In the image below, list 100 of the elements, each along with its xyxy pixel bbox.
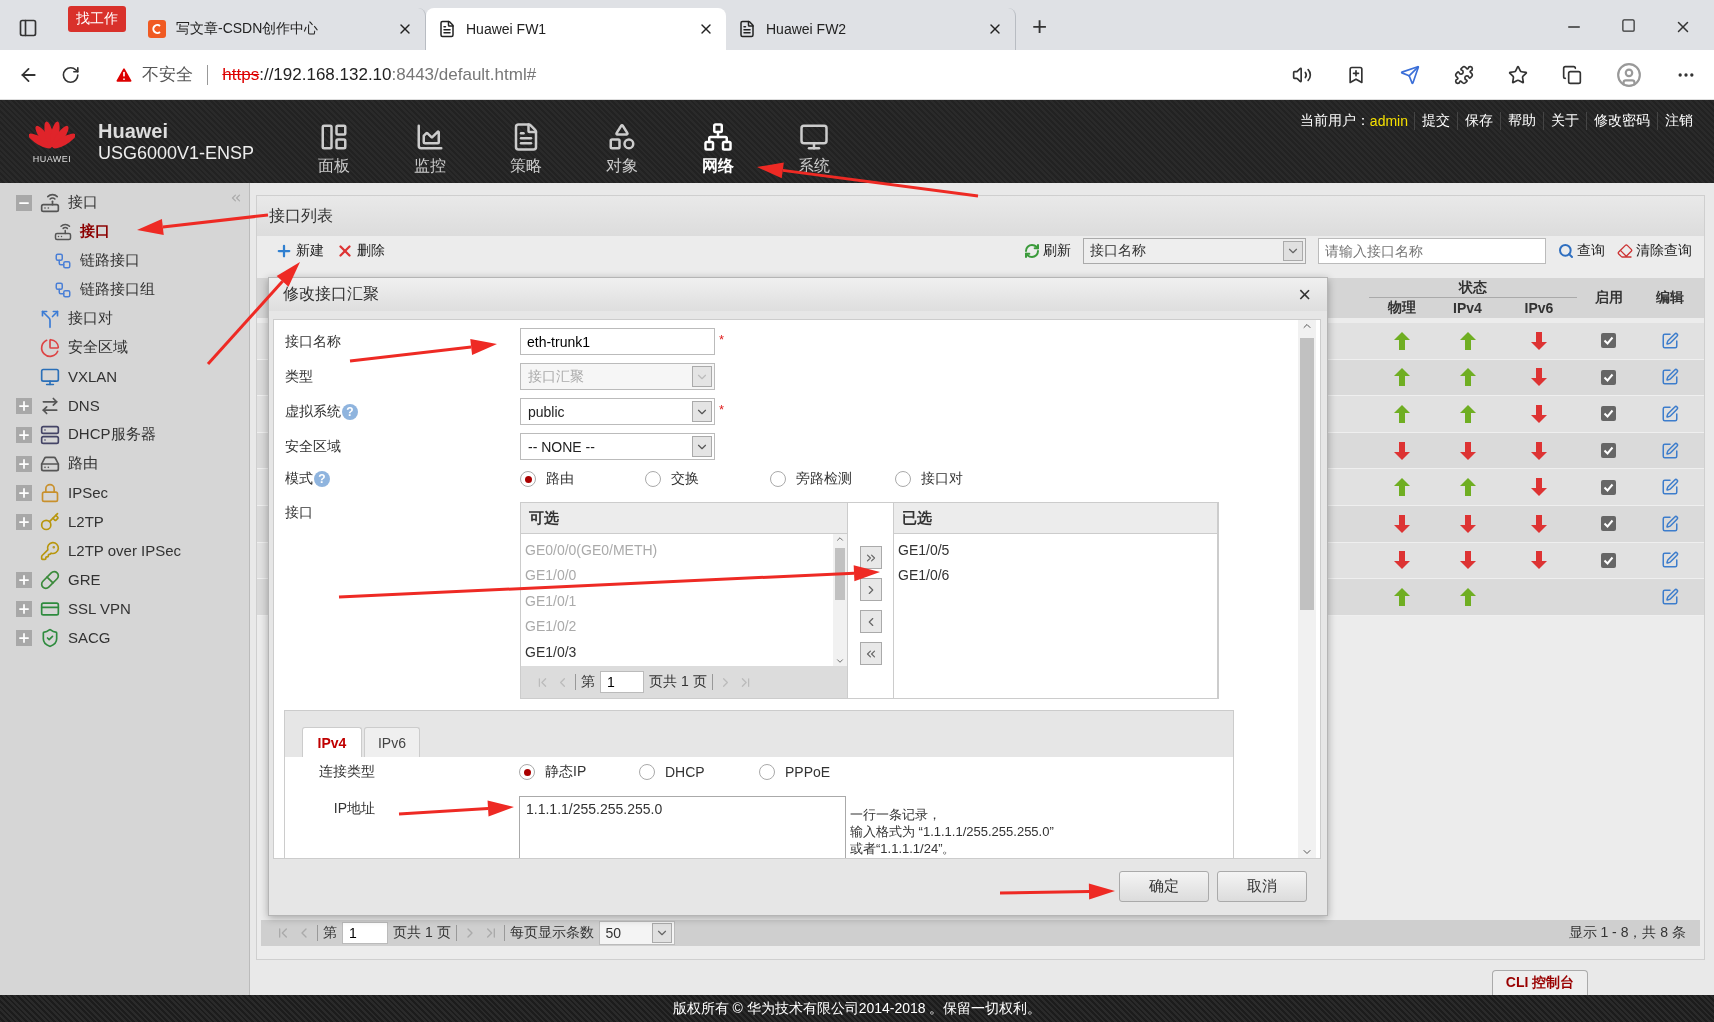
new-tab-button[interactable]: + [1032, 11, 1048, 42]
checkbox[interactable] [1601, 443, 1616, 459]
close-button[interactable]: × [1298, 281, 1311, 308]
expand-icon[interactable] [16, 513, 32, 530]
tree-item[interactable]: DNS [68, 397, 100, 414]
tree-item[interactable]: SSL VPN [68, 600, 131, 617]
nav-tab[interactable]: 策略 [478, 122, 574, 183]
checkbox[interactable] [1601, 406, 1616, 422]
scrollbar[interactable] [833, 534, 847, 666]
collections-icon[interactable] [1562, 64, 1582, 85]
header-link[interactable]: 保存 [1457, 112, 1500, 130]
radio-button[interactable] [770, 471, 786, 487]
page-field[interactable]: 1 [600, 671, 644, 693]
scroll-down-icon[interactable] [835, 656, 845, 666]
expand-icon[interactable] [16, 397, 32, 414]
query-button[interactable]: 查询 [1554, 242, 1609, 260]
nav-tab[interactable]: 网络 [670, 122, 766, 183]
scroll-up-icon[interactable] [835, 534, 845, 544]
clear-query-button[interactable]: 清除查询 [1613, 242, 1696, 260]
header-link[interactable]: 关于 [1543, 112, 1586, 130]
profile-icon[interactable] [1616, 61, 1642, 88]
radio-button[interactable] [519, 764, 535, 780]
tree-item[interactable]: GRE [68, 571, 101, 588]
radio-button[interactable] [895, 471, 911, 487]
page-size-select[interactable]: 50 [598, 921, 675, 945]
extensions-icon[interactable] [1454, 64, 1474, 85]
list-item[interactable]: GE1/0/5 [894, 537, 1217, 563]
nav-tab[interactable]: 对象 [574, 122, 670, 183]
add-button[interactable] [859, 578, 882, 601]
input-field[interactable]: eth-trunk1 [520, 328, 715, 355]
expand-icon[interactable] [16, 426, 32, 443]
tree-item[interactable]: 接口对 [68, 309, 113, 328]
edit-icon[interactable] [1660, 441, 1679, 460]
radio-button[interactable] [759, 764, 775, 780]
expand-icon[interactable] [16, 484, 32, 501]
delete-button[interactable]: 删除 [332, 242, 389, 260]
edit-icon[interactable] [1660, 551, 1679, 570]
cancel-button[interactable]: 取消 [1217, 871, 1307, 902]
edit-icon[interactable] [1660, 331, 1679, 350]
tree-item[interactable]: SACG [68, 629, 111, 646]
remove-all-button[interactable] [859, 642, 882, 665]
edit-icon[interactable] [1660, 587, 1679, 606]
tab-group-label[interactable]: 找工作 [68, 6, 126, 32]
nav-tab[interactable]: 面板 [286, 122, 382, 183]
select-field[interactable]: -- NONE -- [520, 433, 715, 460]
tree-item[interactable]: 路由 [68, 454, 98, 473]
tree-item[interactable]: 接口 [68, 193, 98, 212]
tree-item[interactable]: 接口 [80, 222, 110, 241]
bookmark-icon[interactable] [1346, 64, 1366, 85]
header-link[interactable]: 修改密码 [1586, 112, 1657, 130]
radio-button[interactable] [645, 471, 661, 487]
list-item[interactable]: GE1/0/6 [894, 562, 1217, 588]
tree-item[interactable]: 链路接口 [80, 251, 140, 270]
expand-icon[interactable] [16, 600, 32, 617]
scrollbar[interactable] [1298, 320, 1316, 858]
tree-item[interactable]: DHCP服务器 [68, 425, 156, 444]
edit-icon[interactable] [1660, 368, 1679, 387]
checkbox[interactable] [1601, 369, 1616, 385]
refresh-button[interactable]: 刷新 [1020, 242, 1075, 260]
list-item[interactable]: GE1/0/3 [521, 639, 833, 665]
nav-tab[interactable]: 系统 [766, 122, 862, 183]
favorites-icon[interactable] [1508, 64, 1528, 85]
tree-item[interactable]: 链路接口组 [80, 280, 155, 299]
checkbox[interactable] [1601, 333, 1616, 349]
nav-tab[interactable]: 监控 [382, 122, 478, 183]
collapse-icon[interactable] [16, 194, 32, 211]
expand-icon[interactable] [16, 629, 32, 646]
expand-icon[interactable] [16, 571, 32, 588]
checkbox[interactable] [1601, 552, 1616, 568]
tab[interactable]: IPv6 [364, 727, 420, 757]
tree-item[interactable]: VXLAN [68, 368, 118, 385]
cli-console-button[interactable]: CLI 控制台 [1492, 970, 1588, 995]
search-field[interactable]: 请输入接口名称 [1318, 238, 1546, 264]
remove-button[interactable] [859, 610, 882, 633]
tab[interactable]: IPv4 [302, 727, 362, 757]
tab-actions-icon[interactable] [18, 18, 38, 38]
extension-icon[interactable] [1400, 64, 1420, 85]
maximize-icon[interactable] [1621, 18, 1636, 33]
checkbox[interactable] [1601, 479, 1616, 495]
edit-icon[interactable] [1660, 478, 1679, 497]
header-link[interactable]: 帮助 [1500, 112, 1543, 130]
radio-button[interactable] [639, 764, 655, 780]
tree-item[interactable]: L2TP [68, 513, 104, 530]
add-all-button[interactable] [859, 546, 882, 569]
confirm-button[interactable]: 确定 [1119, 871, 1209, 902]
filter-select[interactable]: 接口名称 [1083, 238, 1306, 264]
expand-icon[interactable] [16, 455, 32, 472]
address-bar[interactable]: 不安全 https://192.168.132.10:8443/default.html# [102, 56, 1270, 93]
radio-button[interactable] [520, 471, 536, 487]
select-field[interactable]: public [520, 398, 715, 425]
reload-icon[interactable] [61, 64, 81, 85]
header-link[interactable]: 提交 [1414, 112, 1457, 130]
header-link[interactable]: 注销 [1657, 112, 1700, 130]
tree-item[interactable]: 安全区域 [68, 338, 128, 357]
tree-item[interactable]: L2TP over IPSec [68, 542, 182, 559]
page-field[interactable]: 1 [342, 922, 388, 944]
edit-icon[interactable] [1660, 405, 1679, 423]
edit-icon[interactable] [1660, 514, 1679, 533]
tree-item[interactable]: IPSec [68, 484, 109, 501]
checkbox[interactable] [1601, 516, 1616, 532]
